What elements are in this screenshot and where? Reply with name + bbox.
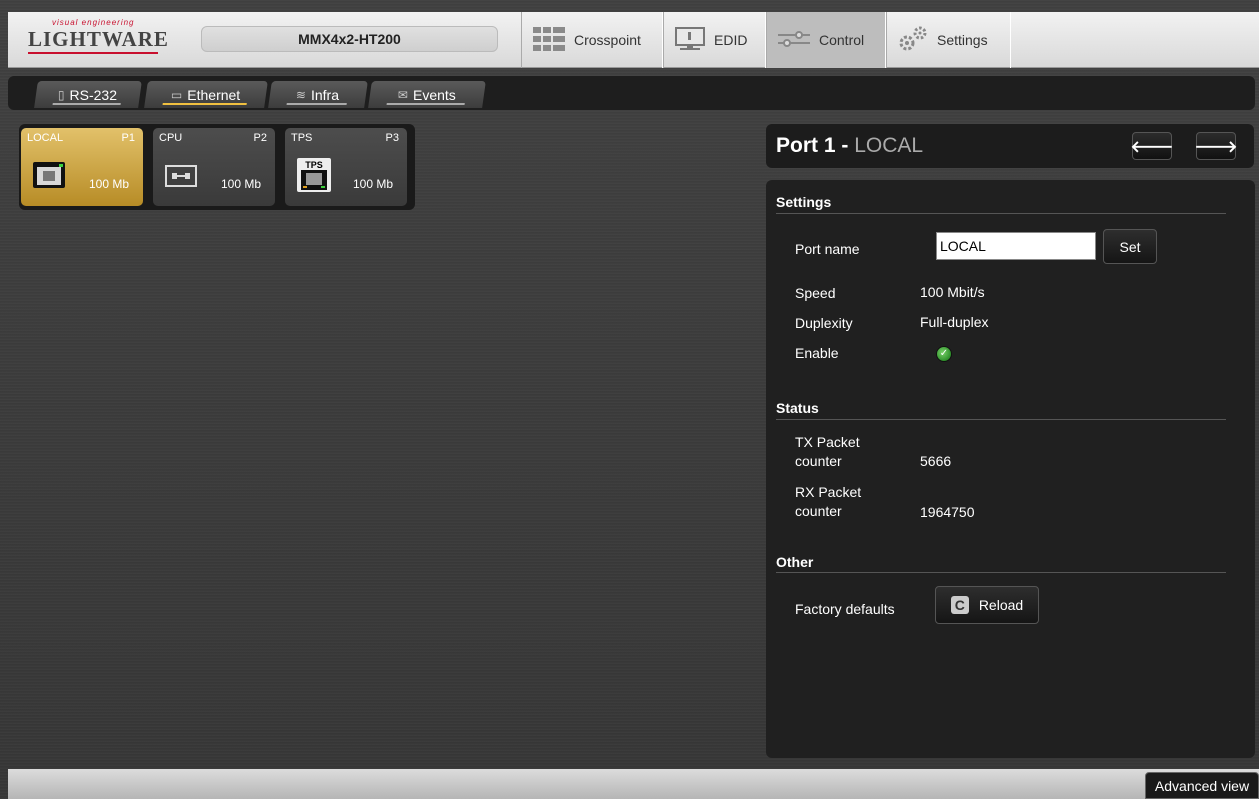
logo-underline (28, 52, 158, 54)
rx-counter-label: RX Packet counter (795, 483, 861, 521)
tx-counter-label-line1: TX Packet (795, 434, 860, 450)
top-bar: visual engineering LIGHTWARE MMX4x2-HT20… (8, 12, 1259, 68)
reload-button[interactable]: C Reload (935, 586, 1039, 624)
tab-settings-label: Settings (937, 32, 988, 48)
subtab-infra-label: Infra (311, 86, 340, 103)
serial-icon: ▯ (58, 87, 66, 102)
section-divider (776, 419, 1226, 420)
rx-counter-label-line2: counter (795, 503, 842, 519)
port-name: TPS (291, 132, 313, 144)
port-speed: 100 Mb (353, 177, 394, 191)
bottom-bar (8, 769, 1259, 799)
tx-counter-label: TX Packet counter (795, 433, 860, 471)
port-name-input[interactable] (936, 232, 1096, 260)
subtab-infra[interactable]: ≋ Infra (268, 81, 368, 108)
tab-control-label: Control (819, 32, 865, 48)
gears-icon (897, 25, 929, 56)
reload-icon: C (950, 596, 969, 614)
rx-counter-label-line1: RX Packet (795, 484, 862, 500)
logo-wordmark: LIGHTWARE (28, 27, 169, 51)
port-name: LOCAL (27, 132, 64, 144)
other-heading: Other (776, 554, 814, 570)
tab-crosspoint[interactable]: Crosspoint (521, 12, 663, 68)
port-number: P3 (385, 132, 399, 144)
tab-edid-label: EDID (714, 32, 748, 48)
tab-edid[interactable]: EDID (663, 12, 766, 68)
tab-settings[interactable]: Settings (886, 12, 1011, 68)
infrared-icon: ≋ (296, 87, 307, 102)
enable-label: Enable (795, 345, 839, 361)
logo-tagline: visual engineering (52, 18, 135, 27)
port-name: CPU (159, 132, 183, 144)
port-detail-title-sub: LOCAL (854, 134, 924, 157)
tab-crosspoint-label: Crosspoint (574, 32, 641, 48)
enable-check-icon[interactable]: ✓ (936, 346, 952, 362)
subtab-underline-active (162, 103, 247, 105)
port-detail-title-main: Port 1 (776, 134, 836, 157)
ethernet-icon: ▭ (171, 87, 183, 102)
status-heading: Status (776, 400, 819, 416)
subtab-ethernet-label: Ethernet (187, 86, 241, 103)
section-divider (776, 213, 1226, 214)
port-number: P2 (253, 132, 267, 144)
port-list: LOCAL P1 100 Mb CPU P2 100 Mb TPS P3 TPS… (19, 124, 415, 210)
port-name-label: Port name (795, 241, 860, 257)
port-detail-header: Port 1 - LOCAL 🡐 🡒 (766, 124, 1254, 168)
subtab-rs232-label: RS-232 (70, 86, 118, 103)
tps-icon: TPS (297, 158, 331, 197)
subtab-events-label: Events (413, 86, 456, 103)
crosspoint-grid-icon (532, 26, 566, 55)
tx-counter-value: 5666 (920, 453, 952, 469)
arrow-right-icon: 🡒 (1194, 138, 1238, 156)
port-number: P1 (121, 132, 135, 144)
factory-defaults-label: Factory defaults (795, 601, 895, 617)
cpu-link-icon (165, 165, 197, 192)
advanced-view-label: Advanced view (1154, 777, 1250, 794)
duplexity-value: Full-duplex (920, 314, 989, 330)
advanced-view-button[interactable]: Advanced view (1145, 772, 1259, 799)
port-detail-panel: Settings Port name Set Speed 100 Mbit/s … (766, 180, 1255, 758)
subtab-events[interactable]: ✉ Events (368, 81, 486, 108)
monitor-icon (674, 26, 706, 55)
subtab-underline (386, 103, 465, 105)
previous-port-button[interactable]: 🡐 (1130, 132, 1174, 160)
settings-heading: Settings (776, 194, 832, 210)
device-name: MMX4x2-HT200 (201, 26, 498, 52)
tx-counter-label-line2: counter (795, 453, 842, 469)
rx-counter-value: 1964750 (920, 504, 975, 520)
reload-button-label: Reload (978, 597, 1024, 613)
sliders-icon (777, 29, 811, 52)
port-tile-tps[interactable]: TPS P3 TPS 100 Mb (285, 128, 407, 206)
subtab-rs232[interactable]: ▯ RS-232 (34, 81, 142, 108)
title-separator: - (835, 134, 855, 157)
next-port-button[interactable]: 🡒 (1194, 132, 1238, 160)
lightware-logo: visual engineering LIGHTWARE (28, 18, 168, 58)
port-detail-title: Port 1 - LOCAL (776, 134, 923, 158)
svg-text:TPS: TPS (305, 160, 323, 170)
tab-control[interactable]: Control (766, 12, 886, 68)
subtab-underline (52, 103, 121, 105)
duplexity-label: Duplexity (795, 315, 853, 331)
set-button-label: Set (1119, 238, 1141, 255)
events-icon: ✉ (398, 87, 409, 102)
port-tile-local[interactable]: LOCAL P1 100 Mb (21, 128, 143, 206)
speed-label: Speed (795, 285, 836, 301)
subtab-bar: ▯ RS-232 ▭ Ethernet ≋ Infra ✉ Events (8, 76, 1255, 110)
arrow-left-icon: 🡐 (1130, 138, 1174, 156)
subtab-ethernet[interactable]: ▭ Ethernet (144, 81, 268, 108)
port-speed: 100 Mb (221, 177, 262, 191)
section-divider (776, 572, 1226, 573)
port-tile-cpu[interactable]: CPU P2 100 Mb (153, 128, 275, 206)
rj45-icon (33, 162, 65, 193)
subtab-underline (286, 103, 347, 105)
speed-value: 100 Mbit/s (920, 284, 985, 300)
set-port-name-button[interactable]: Set (1103, 229, 1157, 264)
port-speed: 100 Mb (89, 177, 130, 191)
